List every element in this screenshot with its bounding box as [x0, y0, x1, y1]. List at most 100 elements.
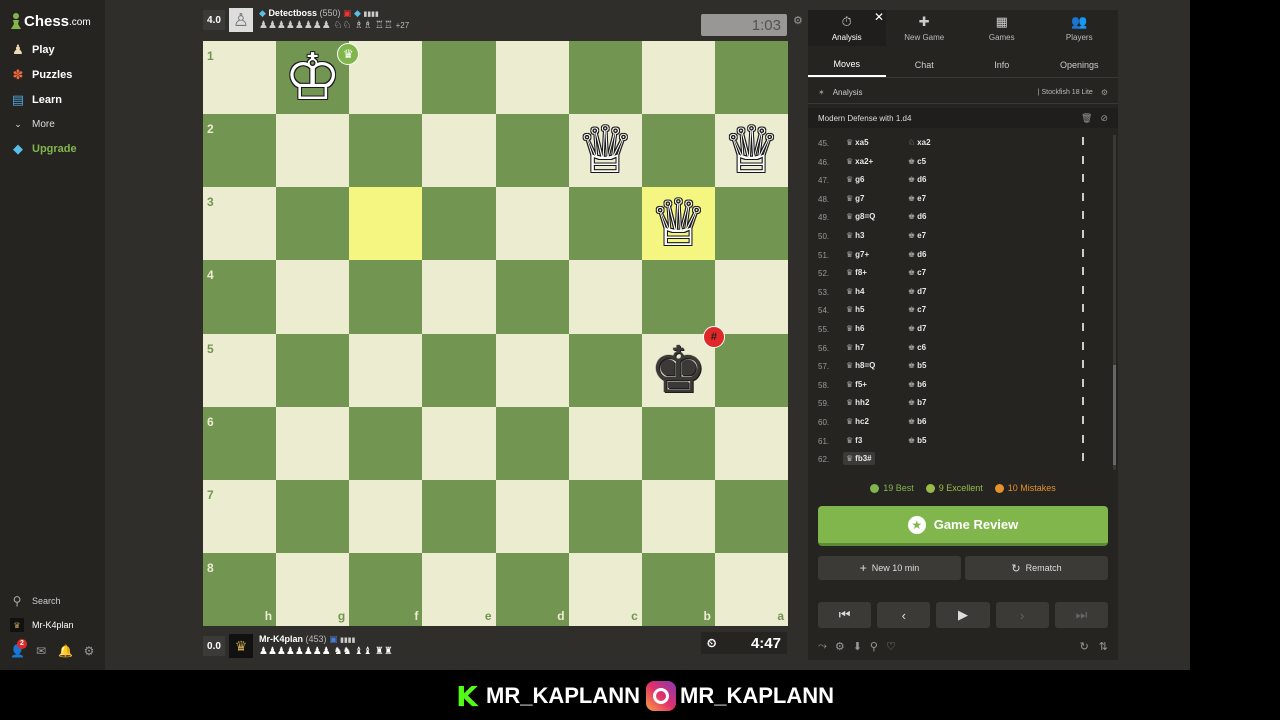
engine-icon[interactable]: ⚙ — [835, 640, 845, 653]
close-icon[interactable]: ✕ — [874, 10, 884, 24]
black-move[interactable]: ♚ d6 — [908, 212, 927, 221]
board-square[interactable] — [422, 41, 496, 115]
board-square[interactable] — [495, 260, 569, 334]
white-move[interactable]: ♛ h3 — [846, 231, 865, 240]
bell-icon[interactable]: 🔔 — [58, 644, 73, 658]
board-square[interactable] — [276, 260, 350, 334]
topnav-games[interactable]: ▦ Games — [963, 10, 1041, 46]
white-move[interactable]: ♛ f3 — [846, 436, 862, 445]
tab-openings[interactable]: Openings — [1041, 52, 1119, 77]
user-link[interactable]: ♛ Mr-K4plan — [10, 616, 74, 634]
board-square[interactable] — [276, 114, 350, 188]
white-move[interactable]: ♛ xa5 — [846, 138, 869, 147]
board-square[interactable]: g — [276, 552, 350, 626]
refresh-icon[interactable]: ↻ — [1080, 640, 1089, 653]
white-move[interactable]: ♛ g6 — [846, 175, 865, 184]
white-move[interactable]: ♛ f5+ — [846, 380, 867, 389]
board-square[interactable] — [349, 114, 423, 188]
nav-play[interactable]: ♟ Play — [10, 40, 54, 60]
white-move[interactable]: ♛ h8=Q — [846, 361, 875, 370]
board-square[interactable]: 3 — [203, 187, 277, 261]
white-queen-piece[interactable]: ♕ — [569, 114, 642, 187]
move-list-scroll-thumb[interactable] — [1113, 365, 1116, 465]
board-square[interactable] — [349, 333, 423, 407]
new-10-min-button[interactable]: + New 10 min — [818, 556, 961, 580]
board-square[interactable]: 6 — [203, 406, 277, 480]
tab-chat[interactable]: Chat — [886, 52, 964, 77]
analysis-toggle-icon[interactable]: ✶ — [818, 88, 825, 97]
board-square[interactable] — [422, 333, 496, 407]
black-move[interactable]: ♚ c6 — [908, 343, 926, 352]
mail-icon[interactable]: ✉ — [34, 644, 48, 658]
board-square[interactable] — [495, 187, 569, 261]
board-square[interactable] — [714, 187, 788, 261]
board-square[interactable]: 1 — [203, 41, 277, 115]
board-square[interactable] — [495, 41, 569, 115]
black-move[interactable]: ♚ b6 — [908, 380, 927, 389]
board-square[interactable] — [276, 333, 350, 407]
chess-logo[interactable]: Chess .com — [10, 11, 91, 31]
board-square[interactable]: a — [714, 552, 788, 626]
board-square[interactable] — [422, 479, 496, 553]
play-button[interactable]: ▶ — [936, 602, 990, 628]
engine-settings-gear-icon[interactable]: ⚙ — [1101, 88, 1108, 97]
board-square[interactable] — [276, 479, 350, 553]
board-square[interactable] — [422, 260, 496, 334]
chess-board[interactable]: 1 2 3 4 5 6 7 8 h g f e d c b a ♔ ♕ ♕ ♕ ♚ ♛ # — [203, 41, 788, 626]
black-move[interactable]: ♚ e7 — [908, 231, 926, 240]
board-square[interactable] — [349, 479, 423, 553]
board-square[interactable] — [568, 333, 642, 407]
white-move[interactable]: ♛ g7 — [846, 194, 865, 203]
rematch-button[interactable]: ↻ Rematch — [965, 556, 1108, 580]
black-move[interactable]: ♚ b7 — [908, 398, 927, 407]
board-square[interactable] — [495, 406, 569, 480]
board-square[interactable]: 8h — [203, 552, 277, 626]
friends-icon[interactable]: 👤 2 — [10, 639, 27, 658]
tab-moves[interactable]: Moves — [808, 52, 886, 77]
settings-gear-icon[interactable]: ⚙ — [82, 644, 96, 658]
board-square[interactable] — [641, 41, 715, 115]
board-square[interactable] — [641, 260, 715, 334]
board-square[interactable] — [349, 260, 423, 334]
black-move[interactable]: ♚ d7 — [908, 287, 927, 296]
share-icon[interactable]: ⤳ — [818, 640, 827, 653]
board-square[interactable]: b — [641, 552, 715, 626]
board-square[interactable] — [714, 333, 788, 407]
black-move[interactable]: ♚ c7 — [908, 305, 926, 314]
board-square[interactable] — [495, 333, 569, 407]
board-square[interactable] — [714, 41, 788, 115]
board-settings-gear-icon[interactable]: ⚙ — [793, 14, 803, 27]
white-move[interactable]: ♛ f8+ — [846, 268, 867, 277]
white-move[interactable]: ♛ h6 — [846, 324, 865, 333]
black-move[interactable]: ♚ b5 — [908, 436, 927, 445]
heart-icon[interactable]: ♡ — [886, 640, 896, 653]
board-square[interactable]: 5 — [203, 333, 277, 407]
board-square[interactable]: e — [422, 552, 496, 626]
topnav-players[interactable]: 👥 Players — [1041, 10, 1119, 46]
first-move-button[interactable]: ⏮ — [818, 602, 872, 628]
board-square[interactable] — [276, 406, 350, 480]
zoom-icon[interactable]: ⚲ — [870, 640, 878, 653]
topnav-new-game[interactable]: ✚ New Game — [886, 10, 964, 46]
bottom-player-name[interactable]: Mr-K4plan (453) ▣ ▮▮▮▮ — [259, 634, 356, 645]
next-move-button[interactable]: › — [995, 602, 1049, 628]
board-square[interactable] — [422, 187, 496, 261]
board-square[interactable] — [349, 41, 423, 115]
board-square[interactable] — [714, 406, 788, 480]
board-square[interactable] — [641, 406, 715, 480]
white-move[interactable]: ♛ hh2 — [846, 398, 869, 407]
board-square[interactable] — [349, 406, 423, 480]
nav-upgrade[interactable]: ◆ Upgrade — [10, 139, 77, 159]
board-square[interactable] — [276, 187, 350, 261]
white-move[interactable]: ♛ fb3# — [843, 452, 875, 466]
board-square[interactable] — [641, 479, 715, 553]
top-player-name[interactable]: ◆ Detectboss (550) ▣ ◆ ▮▮▮▮ — [259, 8, 379, 19]
board-square[interactable] — [349, 187, 423, 261]
board-square[interactable] — [568, 41, 642, 115]
top-player-avatar[interactable]: ♙ — [229, 8, 253, 32]
white-move[interactable]: ♛ h4 — [846, 287, 865, 296]
download-icon[interactable]: ⬇ — [853, 640, 862, 653]
white-move[interactable]: ♛ g8=Q — [846, 212, 875, 221]
nav-learn[interactable]: ▤ Learn — [10, 90, 62, 110]
black-move[interactable]: ♚ c7 — [908, 268, 926, 277]
